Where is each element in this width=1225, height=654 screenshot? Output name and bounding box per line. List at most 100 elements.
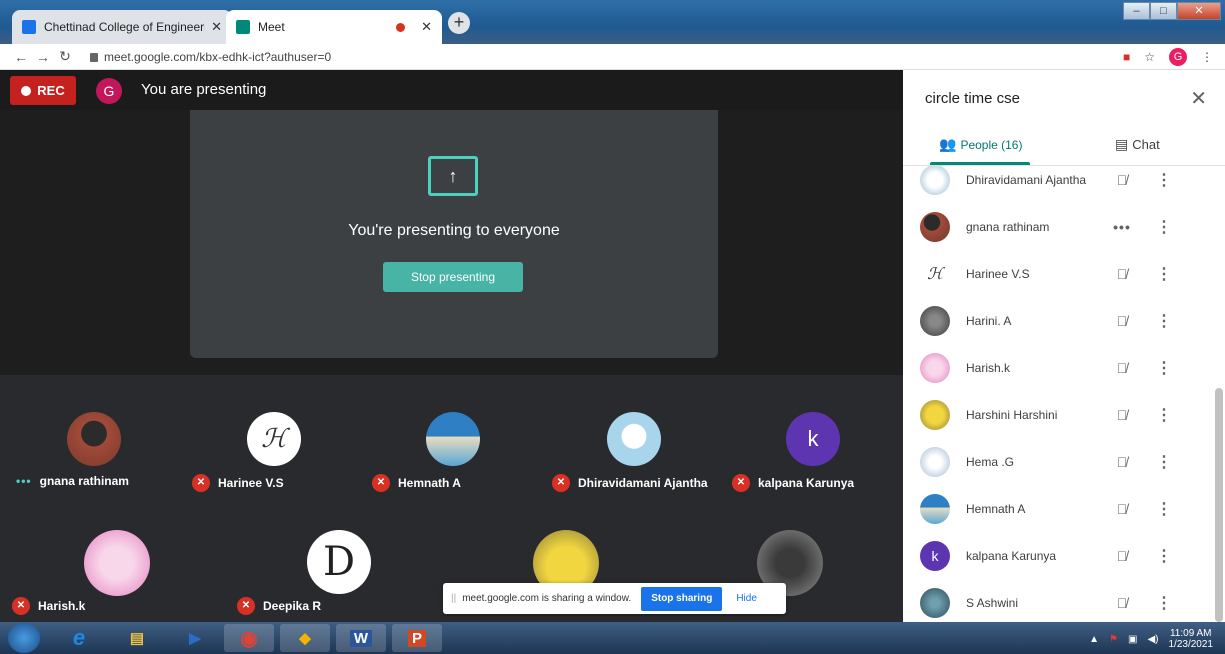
profile-avatar[interactable]: G bbox=[1169, 47, 1187, 66]
more-options-icon[interactable]: ⋮ bbox=[1149, 358, 1179, 378]
word-icon[interactable]: W bbox=[336, 624, 386, 652]
participant-avatar bbox=[920, 211, 950, 242]
list-item[interactable]: Hemnath A 🎙̸ ⋮ bbox=[903, 485, 1213, 532]
sharing-message: meet.google.com is sharing a window. bbox=[462, 593, 632, 604]
meeting-title: circle time cse bbox=[925, 90, 1021, 107]
list-item[interactable]: Harshini Harshini 🎙̸ ⋮ bbox=[903, 391, 1213, 438]
mic-off-icon: 🎙̸ bbox=[1116, 500, 1128, 517]
participant-name: Dhiravidamani Ajantha bbox=[966, 172, 1087, 187]
action-center-flag-icon[interactable]: ⚑ bbox=[1109, 634, 1118, 645]
clock-time: 11:09 AM bbox=[1169, 628, 1212, 639]
people-panel: circle time cse ✕ 👥 People (16) ▤ Chat D… bbox=[903, 70, 1225, 622]
forward-arrow-icon[interactable]: → bbox=[32, 49, 54, 65]
more-options-icon[interactable]: ⋮ bbox=[1149, 217, 1179, 237]
tab-chat[interactable]: ▤ Chat bbox=[1115, 136, 1160, 153]
close-tab-icon[interactable]: ✕ bbox=[211, 19, 222, 35]
participant-name: Hemnath A bbox=[966, 501, 1026, 516]
presenting-card: ↑ You're presenting to everyone Stop pre… bbox=[190, 110, 718, 358]
participant-list[interactable]: Dhiravidamani Ajantha 🎙̸ ⋮ gnana rathina… bbox=[903, 166, 1213, 622]
list-item[interactable]: Harish.k 🎙̸ ⋮ bbox=[903, 344, 1213, 391]
present-screen-icon: ↑ bbox=[428, 156, 478, 196]
participant-name: Hema .G bbox=[966, 454, 1015, 469]
presenter-avatar: G bbox=[96, 78, 122, 104]
list-item[interactable]: ℋ Harinee V.S 🎙̸ ⋮ bbox=[903, 250, 1213, 297]
mic-off-icon: ✕ bbox=[732, 474, 750, 492]
tile-name-label: gnana rathinam bbox=[39, 474, 129, 488]
participant-avatar bbox=[920, 493, 950, 524]
mic-off-icon: ✕ bbox=[237, 597, 255, 615]
powerpoint-icon[interactable]: P bbox=[392, 624, 442, 652]
participant-avatar[interactable] bbox=[67, 412, 121, 466]
tab-meet[interactable]: Meet ✕ bbox=[226, 10, 442, 44]
show-hidden-icons-icon[interactable]: ▲ bbox=[1089, 634, 1099, 645]
participant-name: gnana rathinam bbox=[966, 219, 1050, 234]
participant-avatar[interactable]: ℋ bbox=[247, 412, 301, 466]
tile-name-gnana-rathinam: ••• gnana rathinam bbox=[16, 474, 129, 488]
stop-sharing-button[interactable]: Stop sharing bbox=[641, 586, 723, 611]
start-button[interactable] bbox=[8, 623, 40, 653]
speaking-dots-icon: ••• bbox=[16, 474, 32, 488]
file-explorer-icon[interactable]: ▤ bbox=[112, 624, 162, 652]
more-options-icon[interactable]: ⋮ bbox=[1149, 546, 1179, 566]
more-options-icon[interactable]: ⋮ bbox=[1149, 264, 1179, 284]
media-player-icon[interactable]: ▶ bbox=[170, 624, 220, 652]
chrome-icon[interactable]: ◉ bbox=[224, 624, 274, 652]
participant-name: Harinee V.S bbox=[966, 266, 1030, 281]
list-item[interactable]: Dhiravidamani Ajantha 🎙̸ ⋮ bbox=[903, 166, 1213, 203]
clock[interactable]: 11:09 AM 1/23/2021 bbox=[1169, 628, 1214, 650]
presenting-label: You are presenting bbox=[141, 81, 267, 98]
menu-kebab-icon[interactable]: ⋮ bbox=[1201, 50, 1213, 64]
participant-avatar[interactable] bbox=[607, 412, 661, 466]
mic-off-icon: 🎙̸ bbox=[1116, 547, 1128, 564]
minimize-button[interactable]: – bbox=[1123, 2, 1150, 20]
address-bar[interactable]: meet.google.com/kbx-edhk-ict?authuser=0 bbox=[104, 50, 1123, 64]
list-item[interactable]: Harini. A 🎙̸ ⋮ bbox=[903, 297, 1213, 344]
list-item[interactable]: gnana rathinam ••• ⋮ bbox=[903, 203, 1213, 250]
window-controls: – □ ✕ bbox=[1123, 2, 1221, 20]
mic-off-icon: 🎙̸ bbox=[1116, 453, 1128, 470]
more-options-icon[interactable]: ⋮ bbox=[1149, 405, 1179, 425]
volume-icon[interactable]: ◀) bbox=[1147, 634, 1158, 645]
back-arrow-icon[interactable]: ← bbox=[10, 49, 32, 65]
presenting-message: You're presenting to everyone bbox=[348, 222, 560, 239]
participant-avatar[interactable] bbox=[84, 530, 150, 596]
hide-button[interactable]: Hide bbox=[736, 593, 757, 604]
windows-taskbar: e ▤ ▶ ◉ ◆ W P ▲ ⚑ ▣ ◀) 11:09 AM 1/23/202… bbox=[0, 622, 1225, 654]
panel-scrollbar[interactable] bbox=[1215, 388, 1223, 622]
list-item[interactable]: Hema .G 🎙̸ ⋮ bbox=[903, 438, 1213, 485]
maximize-button[interactable]: □ bbox=[1150, 2, 1177, 20]
people-icon: 👥 bbox=[939, 136, 957, 152]
stop-presenting-button[interactable]: Stop presenting bbox=[383, 262, 523, 292]
window-close-button[interactable]: ✕ bbox=[1177, 2, 1221, 20]
more-options-icon[interactable]: ⋮ bbox=[1149, 593, 1179, 613]
reload-icon[interactable]: ↻ bbox=[54, 48, 76, 65]
network-icon[interactable]: ▣ bbox=[1128, 634, 1137, 645]
mic-off-icon: ✕ bbox=[192, 474, 210, 492]
more-options-icon[interactable]: ⋮ bbox=[1149, 452, 1179, 472]
speaking-dots-icon: ••• bbox=[1113, 218, 1131, 235]
recording-badge: REC bbox=[10, 76, 76, 105]
close-panel-icon[interactable]: ✕ bbox=[1190, 86, 1207, 111]
sharing-notification-bar: || meet.google.com is sharing a window. … bbox=[443, 583, 786, 614]
tab-chettinad[interactable]: Chettinad College of Engineering ✕ bbox=[12, 10, 232, 44]
camera-blocked-icon[interactable]: ■ bbox=[1123, 50, 1130, 64]
recording-indicator-icon bbox=[396, 22, 406, 32]
tile-name-label: Harinee V.S bbox=[218, 476, 284, 490]
list-item[interactable]: S Ashwini 🎙̸ ⋮ bbox=[903, 579, 1213, 622]
star-icon[interactable]: ☆ bbox=[1144, 50, 1155, 64]
internet-explorer-icon[interactable]: e bbox=[54, 624, 104, 652]
participant-avatar[interactable]: D bbox=[307, 530, 371, 594]
list-item[interactable]: k kalpana Karunya 🎙̸ ⋮ bbox=[903, 532, 1213, 579]
tab-people[interactable]: 👥 People (16) bbox=[939, 136, 1022, 153]
more-options-icon[interactable]: ⋮ bbox=[1149, 499, 1179, 519]
tile-name-label: Hemnath A bbox=[398, 476, 461, 490]
new-tab-button[interactable]: + bbox=[448, 12, 470, 34]
drag-handle-icon[interactable]: || bbox=[451, 593, 456, 604]
participant-avatar bbox=[920, 166, 950, 195]
more-options-icon[interactable]: ⋮ bbox=[1149, 170, 1179, 190]
participant-avatar[interactable] bbox=[426, 412, 480, 466]
more-options-icon[interactable]: ⋮ bbox=[1149, 311, 1179, 331]
participant-avatar[interactable]: k bbox=[786, 412, 840, 466]
close-tab-icon[interactable]: ✕ bbox=[421, 19, 432, 35]
security-center-icon[interactable]: ◆ bbox=[280, 624, 330, 652]
